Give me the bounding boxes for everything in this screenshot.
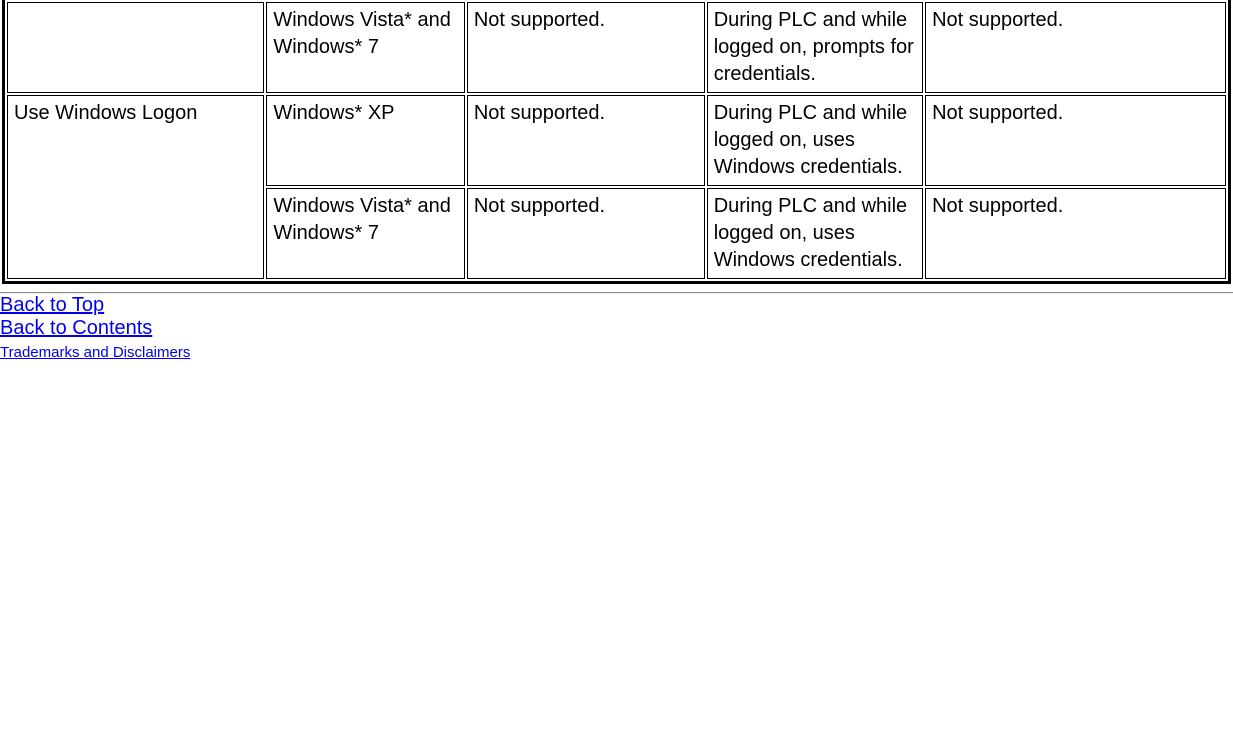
cell: Not supported. <box>925 95 1226 186</box>
cell: Not supported. <box>467 188 705 279</box>
trademarks-link[interactable]: Trademarks and Disclaimers <box>0 344 190 361</box>
table-row: Windows Vista* and Windows* 7 Not suppor… <box>7 2 1226 93</box>
cell: Windows* XP <box>266 95 464 186</box>
back-to-top-link[interactable]: Back to Top <box>0 294 104 317</box>
cell: Not supported. <box>925 188 1226 279</box>
cell: Windows Vista* and Windows* 7 <box>266 188 464 279</box>
cell: During PLC and while logged on, uses Win… <box>707 95 923 186</box>
cell: Not supported. <box>925 2 1226 93</box>
table-row: Use Windows Logon Windows* XP Not suppor… <box>7 95 1226 186</box>
cell <box>7 2 264 93</box>
cell: Not supported. <box>467 95 705 186</box>
cell: Not supported. <box>467 2 705 93</box>
cell: Windows Vista* and Windows* 7 <box>266 2 464 93</box>
cell: During PLC and while logged on, prompts … <box>707 2 923 93</box>
cell: During PLC and while logged on, uses Win… <box>707 188 923 279</box>
footer-links: Back to Top Back to Contents Trademarks … <box>0 294 1233 363</box>
support-table: Windows Vista* and Windows* 7 Not suppor… <box>2 0 1231 284</box>
back-to-contents-link[interactable]: Back to Contents <box>0 317 152 340</box>
cell: Use Windows Logon <box>7 95 264 279</box>
